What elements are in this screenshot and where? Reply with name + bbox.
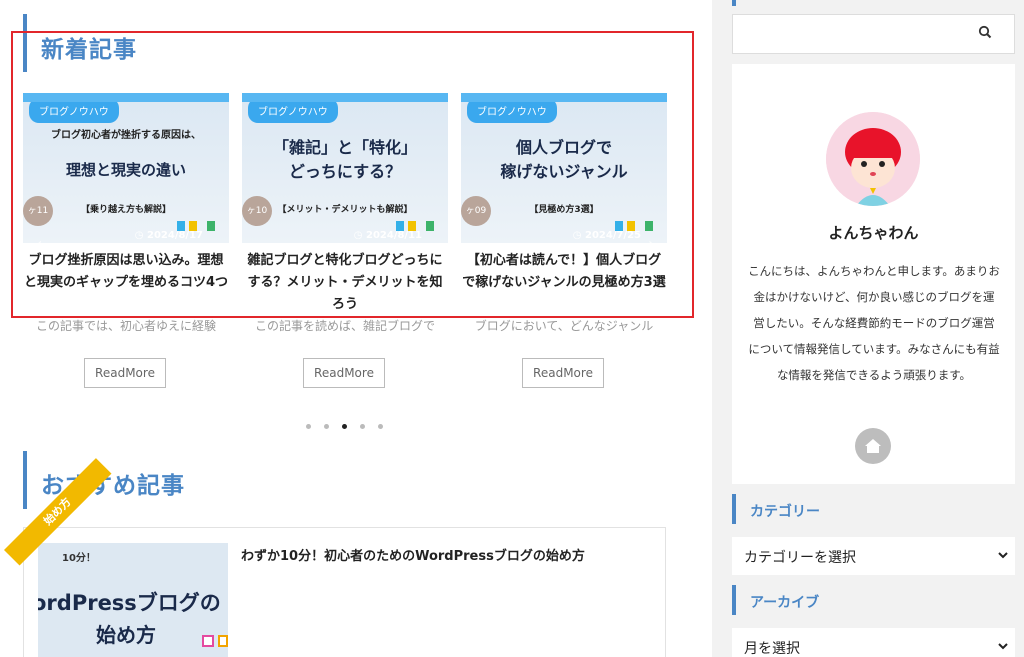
categories-heading-bar <box>732 494 736 524</box>
read-more-button[interactable]: ReadMore <box>303 358 385 388</box>
categories-heading: カテゴリー <box>750 504 820 520</box>
archive-select-value: 月を選択 <box>744 641 800 657</box>
profile-avatar <box>826 112 920 206</box>
post-excerpt: この記事を読めば、雑記ブログで <box>254 319 435 333</box>
sidebar-heading-bar <box>732 0 736 6</box>
carousel-dot[interactable] <box>306 424 311 429</box>
carousel-dots <box>306 424 383 432</box>
profile-description: こんにちは、よんちゃわんと申します。あまりお金はかけないけど、何か良い感じのブロ… <box>748 264 1000 382</box>
carousel-dot-active[interactable] <box>342 424 347 429</box>
chevron-down-icon <box>998 552 1008 559</box>
recommended-thumbnail[interactable]: 10分！ ordPressブログの 始め方 <box>38 543 228 657</box>
archive-select[interactable]: 月を選択 <box>732 628 1015 657</box>
home-button[interactable] <box>855 428 891 464</box>
thumbnail-headline: 始め方 <box>96 623 156 647</box>
thumbnail-text: 10分！ <box>62 553 96 564</box>
carousel-dot[interactable] <box>324 424 329 429</box>
carousel-dot[interactable] <box>378 424 383 429</box>
recommended-heading-bar <box>23 451 27 509</box>
post-excerpt: この記事では、初心者ゆえに経験 <box>35 319 216 333</box>
home-icon <box>865 439 881 453</box>
archive-heading-bar <box>732 585 736 615</box>
read-more-button[interactable]: ReadMore <box>84 358 166 388</box>
recommended-title[interactable]: わずか10分！初心者のためのWordPressブログの始め方 <box>241 545 585 564</box>
avatar-illustration <box>826 112 920 206</box>
profile-name: よんちゃわん <box>828 224 919 242</box>
highlight-box <box>11 31 694 318</box>
categories-select-value: カテゴリーを選択 <box>744 550 856 566</box>
archive-heading: アーカイブ <box>750 595 820 611</box>
thumbnail-headline: ordPressブログの <box>38 591 221 615</box>
search-icon[interactable] <box>978 25 992 41</box>
search-input[interactable] <box>732 14 1015 54</box>
post-excerpt: ブログにおいて、どんなジャンル <box>474 319 654 333</box>
categories-select[interactable]: カテゴリーを選択 <box>732 537 1015 575</box>
read-more-button[interactable]: ReadMore <box>522 358 604 388</box>
thumbnail-icon <box>202 635 214 647</box>
thumbnail-icon <box>218 635 228 647</box>
chevron-down-icon <box>998 643 1008 650</box>
carousel-dot[interactable] <box>360 424 365 429</box>
